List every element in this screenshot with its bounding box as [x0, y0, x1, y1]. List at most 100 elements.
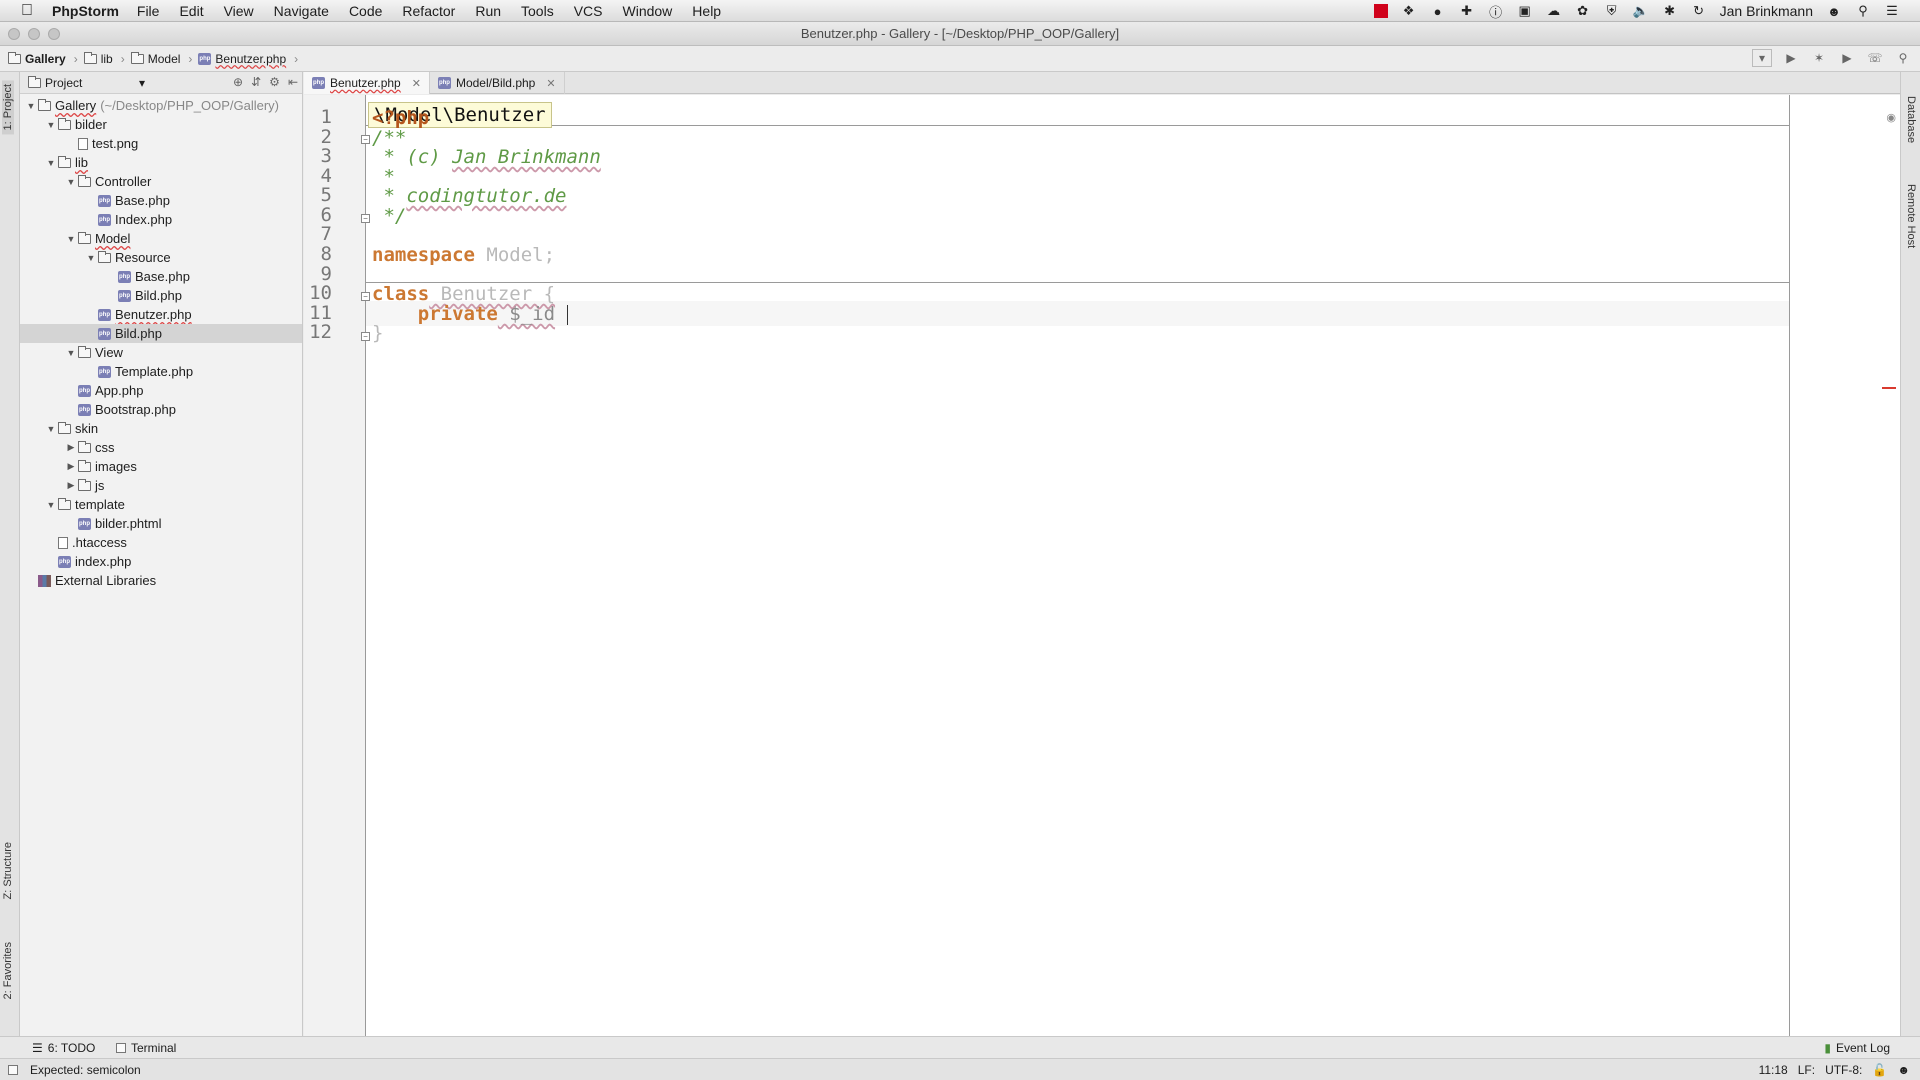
menu-navigate[interactable]: Navigate — [274, 3, 329, 19]
coverage-icon[interactable]: ▶ — [1838, 49, 1856, 67]
error-stripe-marker[interactable] — [1882, 387, 1896, 389]
tree-item[interactable]: ▼ Resource — [20, 248, 302, 267]
close-tab-icon[interactable]: ✕ — [546, 77, 555, 90]
expand-arrow-icon[interactable]: ▼ — [44, 424, 58, 434]
tree-item[interactable]: php Bootstrap.php — [20, 400, 302, 419]
bluetooth-icon[interactable]: ✱ — [1662, 3, 1678, 19]
tree-item[interactable]: php index.php — [20, 552, 302, 571]
menu-edit[interactable]: Edit — [179, 3, 203, 19]
menu-help[interactable]: Help — [692, 3, 721, 19]
fold-marker-icon[interactable]: − — [361, 214, 370, 223]
search-icon[interactable]: ⚲ — [1894, 49, 1912, 67]
fold-marker-icon[interactable]: − — [361, 135, 370, 144]
favorites-tool-tab[interactable]: 2: Favorites — [2, 942, 14, 999]
hide-panel-icon[interactable]: ⇤ — [288, 75, 298, 89]
menu-file[interactable]: File — [137, 3, 160, 19]
tree-item[interactable]: .htaccess — [20, 533, 302, 552]
line-number[interactable]: 1 — [304, 106, 332, 128]
expand-arrow-icon[interactable]: ▼ — [64, 234, 78, 244]
caret-position[interactable]: 11:18 — [1759, 1063, 1788, 1077]
tab-benutzer[interactable]: php Benutzer.php ✕ — [304, 72, 430, 94]
tree-item[interactable]: ▼ Controller — [20, 172, 302, 191]
tree-item[interactable]: ▶ css — [20, 438, 302, 457]
menu-run[interactable]: Run — [475, 3, 501, 19]
menu-window[interactable]: Window — [623, 3, 673, 19]
user-name[interactable]: Jan Brinkmann — [1720, 3, 1813, 19]
tab-bild[interactable]: php Model/Bild.php ✕ — [430, 72, 565, 94]
app-menu[interactable]: PhpStorm — [52, 3, 119, 19]
evernote-icon[interactable]: ✿ — [1575, 3, 1591, 19]
breadcrumb-gallery[interactable]: Gallery › — [8, 51, 78, 66]
tree-item[interactable]: ▼ View — [20, 343, 302, 362]
apple-menu-icon[interactable]:  — [16, 2, 38, 20]
collapse-arrow-icon[interactable]: ▶ — [64, 461, 78, 472]
project-tool-tab[interactable]: 1: Project — [2, 80, 14, 135]
tree-item[interactable]: php Index.php — [20, 210, 302, 229]
tree-item[interactable]: ▶ js — [20, 476, 302, 495]
collapse-arrow-icon[interactable]: ▶ — [64, 480, 78, 491]
tree-item[interactable]: ▼ bilder — [20, 115, 302, 134]
collapse-all-icon[interactable]: ⇵ — [251, 75, 261, 89]
tree-item[interactable]: ▼ lib — [20, 153, 302, 172]
expand-arrow-icon[interactable]: ▼ — [64, 348, 78, 358]
menu-refactor[interactable]: Refactor — [402, 3, 455, 19]
tree-item[interactable]: php Base.php — [20, 191, 302, 210]
menu-tools[interactable]: Tools — [521, 3, 554, 19]
tree-item[interactable]: ▼ skin — [20, 419, 302, 438]
record-icon[interactable] — [1373, 4, 1388, 18]
tree-item[interactable]: php Bild.php — [20, 324, 302, 343]
inspector-icon[interactable]: ☻ — [1897, 1063, 1910, 1077]
remote-host-tool-tab[interactable]: Remote Host — [1905, 184, 1917, 248]
line-number[interactable]: 10 — [304, 282, 332, 304]
line-separator[interactable]: LF: — [1798, 1063, 1815, 1077]
tree-item[interactable]: ▶ images — [20, 457, 302, 476]
expand-arrow-icon[interactable]: ▼ — [64, 177, 78, 187]
file-encoding[interactable]: UTF-8: — [1825, 1063, 1862, 1077]
listen-debug-icon[interactable]: ☏ — [1866, 49, 1884, 67]
info-icon[interactable]: ⓘ — [1488, 3, 1504, 20]
expand-arrow-icon[interactable]: ▼ — [44, 500, 58, 510]
menu-vcs[interactable]: VCS — [574, 3, 603, 19]
todo-tool-button[interactable]: ☰ 6: TODO — [32, 1041, 95, 1055]
line-number[interactable]: 5 — [304, 184, 332, 206]
tree-item[interactable]: External Libraries — [20, 571, 302, 590]
expand-arrow-icon[interactable]: ▼ — [24, 101, 38, 111]
cloud-icon[interactable]: ☁ — [1546, 3, 1562, 19]
tree-item[interactable]: php Benutzer.php — [20, 305, 302, 324]
breadcrumb-lib[interactable]: lib › — [83, 51, 125, 66]
tree-item[interactable]: php Base.php — [20, 267, 302, 286]
line-number[interactable]: 3 — [304, 145, 332, 167]
time-machine-icon[interactable]: ↻ — [1691, 3, 1707, 19]
structure-tool-tab[interactable]: Z: Structure — [2, 842, 14, 899]
database-tool-tab[interactable]: Database — [1905, 96, 1917, 143]
project-view-dropdown[interactable]: Project ▾ — [45, 76, 145, 90]
volume-icon[interactable]: 🔈 — [1633, 3, 1649, 19]
expand-arrow-icon[interactable]: ▼ — [84, 253, 98, 263]
menu-code[interactable]: Code — [349, 3, 382, 19]
tree-item[interactable]: php App.php — [20, 381, 302, 400]
terminal-tool-button[interactable]: Terminal — [116, 1041, 176, 1055]
code-editor[interactable]: 1 2 3 4 5 6 7 8 9 10 11 12 − − − − \Model\Benutzer … — [304, 95, 1900, 1036]
box-icon[interactable]: ▣ — [1517, 3, 1533, 19]
run-config-dropdown[interactable]: ▾ — [1752, 49, 1772, 67]
tool-windows-toggle-icon[interactable] — [8, 1065, 18, 1075]
breadcrumb-model[interactable]: Model › — [130, 51, 192, 66]
scroll-from-source-icon[interactable]: ⊕ — [233, 75, 243, 89]
dropbox-icon[interactable]: ❖ — [1401, 3, 1417, 19]
inspection-eye-icon[interactable]: ◉ — [1886, 111, 1896, 124]
user-icon[interactable]: ☻ — [1826, 3, 1842, 19]
menu-view[interactable]: View — [224, 3, 254, 19]
plus-icon[interactable]: ✚ — [1459, 3, 1475, 19]
tree-item[interactable]: test.png — [20, 134, 302, 153]
tree-item[interactable]: php Bild.php — [20, 286, 302, 305]
lock-icon[interactable]: 🔓 — [1872, 1063, 1887, 1077]
event-log-button[interactable]: ▮ Event Log — [1824, 1041, 1890, 1055]
tree-item[interactable]: php bilder.phtml — [20, 514, 302, 533]
fold-marker-icon[interactable]: − — [361, 332, 370, 341]
tree-item[interactable]: ▼ Gallery (~/Desktop/PHP_OOP/Gallery) — [20, 96, 302, 115]
debug-icon[interactable]: ✶ — [1810, 49, 1828, 67]
run-icon[interactable]: ▶ — [1782, 49, 1800, 67]
leaf-icon[interactable]: ● — [1430, 3, 1446, 19]
tree-item[interactable]: ▼ Model — [20, 229, 302, 248]
expand-arrow-icon[interactable]: ▼ — [44, 158, 58, 168]
